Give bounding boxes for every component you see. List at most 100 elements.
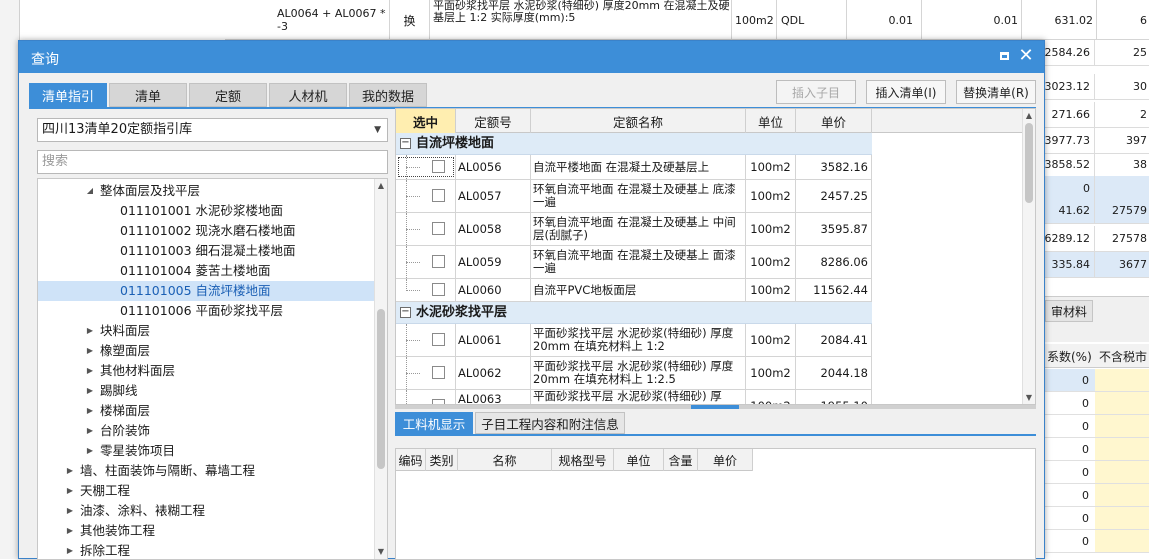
dialog-titlebar[interactable]: 查询 ✕: [19, 41, 1044, 73]
col-unit[interactable]: 单位: [614, 449, 664, 471]
maximize-icon[interactable]: [998, 49, 1012, 63]
tree-node[interactable]: ▶ 墙、柱面装饰与隔断、幕墙工程: [38, 461, 375, 481]
collapse-icon[interactable]: −: [400, 138, 411, 149]
group-row[interactable]: − 水泥砂浆找平层: [396, 302, 872, 324]
bg-material-row[interactable]: 0: [1045, 507, 1149, 530]
tree-node[interactable]: ◢ 整体面层及找平层: [38, 181, 375, 201]
collapsed-arrow-icon[interactable]: ▶: [84, 361, 96, 381]
tab-list[interactable]: 清单: [109, 83, 187, 107]
bg-tab-materials[interactable]: 审材料: [1045, 300, 1093, 322]
collapsed-arrow-icon[interactable]: ▶: [84, 341, 96, 361]
search-input[interactable]: 搜索: [37, 150, 388, 174]
tree-node[interactable]: 011101003 细石混凝土楼地面: [38, 241, 375, 261]
bg-row[interactable]: 3977.73 397: [1045, 128, 1149, 154]
bg-material-row[interactable]: 0: [1045, 369, 1149, 392]
bg-row[interactable]: 41.62 27579: [1045, 198, 1149, 224]
tree-node[interactable]: ▶ 块料面层: [38, 321, 375, 341]
tree-node[interactable]: 011101006 平面砂浆找平层: [38, 301, 375, 321]
bg-row[interactable]: 3023.12 30: [1045, 74, 1149, 100]
ration-row[interactable]: AL0058 环氧自流平地面 在混凝土及硬基上 中间层(刮腻子) 100m2 3…: [396, 213, 872, 246]
ration-row[interactable]: AL0062 平面砂浆找平层 水泥砂浆(特细砂) 厚度20mm 在填充材料上 1…: [396, 357, 872, 390]
bg-material-row[interactable]: 0: [1045, 438, 1149, 461]
col-category[interactable]: 类别: [426, 449, 458, 471]
collapsed-arrow-icon[interactable]: ▶: [64, 501, 76, 521]
group-row[interactable]: − 自流坪楼地面: [396, 133, 872, 155]
ration-scroll-thumb[interactable]: [1025, 123, 1033, 203]
bg-material-row[interactable]: 0: [1045, 415, 1149, 438]
tab-material-display[interactable]: 工料机显示: [395, 412, 473, 434]
tree-node[interactable]: ▶ 零星装饰项目: [38, 441, 375, 461]
ration-row[interactable]: AL0057 环氧自流平地面 在混凝土及硬基上 底漆一遍 100m2 2457.…: [396, 180, 872, 213]
collapsed-arrow-icon[interactable]: ▶: [64, 481, 76, 501]
tree-node[interactable]: 011101004 菱苦土楼地面: [38, 261, 375, 281]
tree-node[interactable]: ▶ 油漆、涂料、裱糊工程: [38, 501, 375, 521]
col-name[interactable]: 名称: [458, 449, 552, 471]
tree-node[interactable]: ▶ 楼梯面层: [38, 401, 375, 421]
col-unit[interactable]: 单位: [746, 109, 796, 133]
bg-row[interactable]: 2584.26 25: [1045, 40, 1149, 66]
col-price[interactable]: 单价: [698, 449, 753, 471]
library-select[interactable]: 四川13清单20定额指引库 ▼: [37, 118, 388, 142]
select-checkbox[interactable]: [432, 160, 445, 173]
select-checkbox[interactable]: [432, 333, 445, 346]
tree-scrollbar[interactable]: ▲ ▼: [374, 179, 387, 559]
insert-sub-button[interactable]: 插入子目: [776, 80, 856, 104]
col-price[interactable]: 单价: [796, 109, 872, 133]
bg-material-row[interactable]: 0: [1045, 484, 1149, 507]
ration-row[interactable]: AL0059 环氧自流平地面 在混凝土及硬基上 面漆一遍 100m2 8286.…: [396, 246, 872, 279]
tree-node[interactable]: ▶ 天棚工程: [38, 481, 375, 501]
select-checkbox[interactable]: [432, 255, 445, 268]
tree-node[interactable]: ▶ 踢脚线: [38, 381, 375, 401]
bg-row[interactable]: 335.84 3677: [1045, 252, 1149, 278]
tree-scroll-thumb[interactable]: [377, 309, 385, 469]
tree-node[interactable]: ▶ 台阶装饰: [38, 421, 375, 441]
scroll-down-icon[interactable]: ▼: [375, 545, 387, 559]
bg-material-row[interactable]: 0: [1045, 530, 1149, 553]
scroll-up-icon[interactable]: ▲: [1023, 109, 1035, 123]
ration-row[interactable]: AL0061 平面砂浆找平层 水泥砂浆(特细砂) 厚度20mm 在填充材料上 1…: [396, 324, 872, 357]
col-amount[interactable]: 含量: [664, 449, 698, 471]
collapsed-arrow-icon[interactable]: ▶: [84, 381, 96, 401]
tab-my-data[interactable]: 我的数据: [349, 83, 427, 107]
collapse-icon[interactable]: −: [400, 307, 411, 318]
tab-materials[interactable]: 人材机: [269, 83, 347, 107]
collapsed-arrow-icon[interactable]: ▶: [84, 441, 96, 461]
select-checkbox[interactable]: [432, 283, 445, 296]
tab-work-content[interactable]: 子目工程内容和附注信息: [475, 412, 625, 434]
col-name[interactable]: 定额名称: [531, 109, 746, 133]
scroll-up-icon[interactable]: ▲: [375, 179, 387, 193]
collapsed-arrow-icon[interactable]: ▶: [84, 421, 96, 441]
bg-row[interactable]: 271.66 2: [1045, 102, 1149, 128]
ration-grid-scrollbar[interactable]: ▲ ▼: [1022, 109, 1035, 404]
tree-node[interactable]: 011101001 水泥砂浆楼地面: [38, 201, 375, 221]
bg-row[interactable]: 6289.12 27578: [1045, 226, 1149, 252]
select-checkbox[interactable]: [432, 366, 445, 379]
col-code[interactable]: 定额号: [456, 109, 531, 133]
tree-node[interactable]: ▶ 橡塑面层: [38, 341, 375, 361]
select-checkbox[interactable]: [432, 222, 445, 235]
bg-material-row[interactable]: 0: [1045, 392, 1149, 415]
tree-node[interactable]: ▶ 拆除工程: [38, 541, 375, 559]
close-icon[interactable]: ✕: [1016, 46, 1036, 66]
col-selected[interactable]: 选中: [396, 109, 456, 133]
replace-list-button[interactable]: 替换清单(R): [956, 80, 1036, 104]
scroll-down-icon[interactable]: ▼: [1023, 391, 1035, 404]
col-code[interactable]: 编码: [396, 449, 426, 471]
select-checkbox[interactable]: [432, 189, 445, 202]
bg-material-row[interactable]: 0: [1045, 461, 1149, 484]
splitter-handle[interactable]: [691, 405, 739, 409]
insert-list-button[interactable]: 插入清单(I): [866, 80, 946, 104]
tab-list-guide[interactable]: 清单指引: [29, 83, 107, 107]
expanded-arrow-icon[interactable]: ◢: [84, 181, 96, 201]
bg-row[interactable]: 3858.52 38: [1045, 152, 1149, 178]
collapsed-arrow-icon[interactable]: ▶: [84, 401, 96, 421]
tree-node-selected[interactable]: 011101005 自流坪楼地面: [38, 281, 375, 301]
ration-row[interactable]: AL0056 自流平楼地面 在混凝土及硬基层上 100m2 3582.16: [396, 155, 872, 180]
collapsed-arrow-icon[interactable]: ▶: [84, 321, 96, 341]
collapsed-arrow-icon[interactable]: ▶: [64, 521, 76, 541]
tab-ration[interactable]: 定额: [189, 83, 267, 107]
collapsed-arrow-icon[interactable]: ▶: [64, 461, 76, 481]
background-selected-row[interactable]: AL0064 + AL0067 * -3 换 平面砂浆找平层 水泥砂浆(特细砂)…: [225, 0, 1149, 40]
tree-node[interactable]: 011101002 现浇水磨石楼地面: [38, 221, 375, 241]
pane-splitter[interactable]: [395, 405, 1036, 409]
